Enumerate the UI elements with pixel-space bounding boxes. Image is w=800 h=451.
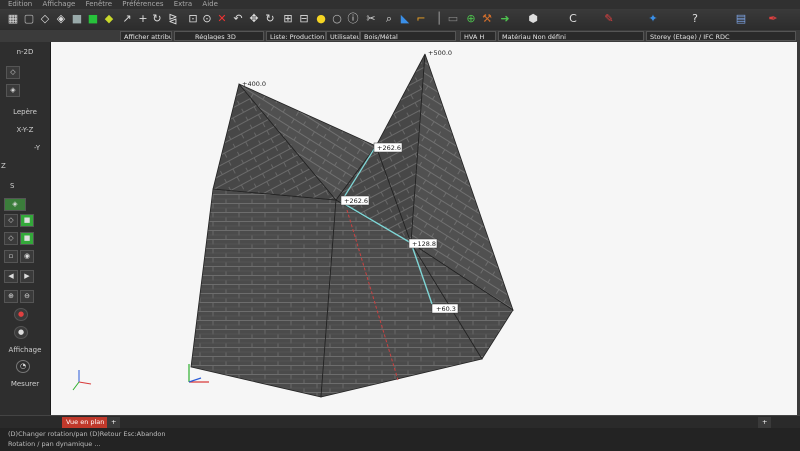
axes-label[interactable]: X-Y-Z: [0, 126, 50, 134]
afficher-attribut-button[interactable]: Afficher attribut: [120, 31, 172, 41]
storey-select[interactable]: Storey (Etage) / IFC RDC: [646, 31, 796, 41]
scale-icon[interactable]: ⊞: [281, 12, 295, 26]
plus-icon[interactable]: +: [136, 12, 150, 26]
status-bar: (D)Changer rotation/pan (D)Retour Esc:Ab…: [0, 428, 800, 451]
scissors-icon[interactable]: ✂: [364, 12, 378, 26]
utilisateur-select[interactable]: Utilisateur: [326, 31, 360, 41]
cube-green-solid-button[interactable]: ■: [20, 232, 34, 245]
materiau-select[interactable]: Matériau Non défini: [498, 31, 644, 41]
menu-aide[interactable]: Aide: [202, 0, 217, 8]
binoculars-icon[interactable]: ⌕: [382, 12, 396, 26]
add-element-icon[interactable]: ⊕: [464, 12, 478, 26]
undo-icon[interactable]: ↶: [231, 12, 245, 26]
status-mode-line: Rotation / pan dynamique ...: [8, 440, 101, 448]
cube-outline-view-button[interactable]: ◇: [4, 232, 18, 245]
3d-viewport[interactable]: +400.0 +500.0 +262.6 +262.6 +128.8 +60.3: [51, 42, 797, 415]
cube-wire-view-button[interactable]: ◇: [4, 214, 18, 227]
bois-metal-select[interactable]: Bois/Métal: [360, 31, 456, 41]
roof-face-left[interactable]: [190, 188, 337, 398]
cad-application-window: Edition Affichage Fenêtre Préférences Ex…: [0, 0, 800, 451]
arrow-left-button[interactable]: ◀: [4, 270, 18, 283]
menu-fenetre[interactable]: Fenêtre: [86, 0, 112, 8]
arrow-diagonal-icon[interactable]: ↗: [120, 12, 134, 26]
reglages-3d-select[interactable]: Réglages 3D: [174, 31, 264, 41]
bracket-icon[interactable]: ⌐: [414, 12, 428, 26]
z-button[interactable]: Z: [0, 162, 51, 170]
lightbulb-icon[interactable]: ●: [314, 12, 328, 26]
left-view-panel: n-2D ◇ ◈ Lepère X-Y-Z -Y Z S ◈ ◇ ■ ◇ ■ ▫…: [0, 42, 51, 415]
layers-icon[interactable]: ▦: [6, 12, 20, 26]
dim-label-mid: +128.8: [412, 240, 436, 248]
gauge-dial-icon[interactable]: ◔: [16, 360, 30, 373]
cube-green-icon[interactable]: ■: [86, 12, 100, 26]
main-toolbar: ▦ ▢ ◇ ◈ ■ ■ ◆ ↗ + ↻ ⧎ ⊡ ⊙ ✕ ↶ ✥ ↻ ⊞ ⊟ ● …: [0, 9, 800, 31]
tools-icon[interactable]: ⚒: [480, 12, 494, 26]
view-tab-bar: Vue en plan + +: [0, 415, 800, 429]
record-red-button[interactable]: ●: [14, 308, 28, 321]
view-2d-icon[interactable]: ▢: [22, 12, 36, 26]
tab-vue-en-plan[interactable]: Vue en plan: [62, 417, 109, 428]
move-icon[interactable]: ✥: [247, 12, 261, 26]
cube-small-view-button[interactable]: ▫: [4, 250, 18, 263]
redo-icon[interactable]: ↻: [263, 12, 277, 26]
tab-add-right-button[interactable]: +: [758, 417, 772, 428]
reglages-3d-label: Réglages 3D: [195, 33, 236, 41]
menu-extra[interactable]: Extra: [174, 0, 192, 8]
menu-affichage[interactable]: Affichage: [42, 0, 75, 8]
zoom-out-button[interactable]: ⊖: [20, 290, 34, 303]
pipe-icon[interactable]: │: [432, 12, 446, 26]
cube-wire-icon[interactable]: ◇: [38, 12, 52, 26]
ruler-icon[interactable]: ▤: [734, 12, 748, 26]
gear-wand-icon[interactable]: ✦: [646, 12, 660, 26]
repere-label: Lepère: [13, 108, 37, 116]
brush-icon[interactable]: ✎: [602, 12, 616, 26]
mesurer-label: Mesurer: [10, 380, 40, 388]
axis-gizmo: [72, 364, 209, 391]
dim-label-ridge-2: +262.6: [344, 197, 368, 205]
mirror-icon[interactable]: ⧎: [166, 12, 180, 26]
delete-icon[interactable]: ✕: [215, 12, 229, 26]
arrow-right-button[interactable]: ▶: [20, 270, 34, 283]
cube-outline-icon[interactable]: ◈: [54, 12, 68, 26]
view-mode-label: n-2D: [16, 48, 34, 56]
cloud-c-icon[interactable]: C: [566, 12, 580, 26]
question-icon[interactable]: ?: [688, 12, 702, 26]
cube-view-button[interactable]: ◈: [6, 84, 20, 97]
pen-icon[interactable]: ✒: [766, 12, 780, 26]
menu-preferences[interactable]: Préférences: [122, 0, 163, 8]
iso-view-button[interactable]: ◇: [6, 66, 20, 79]
dim-label-bottom: +60.3: [436, 305, 456, 313]
menu-edition[interactable]: Edition: [8, 0, 32, 8]
lightbulb-off-icon[interactable]: ○: [330, 12, 344, 26]
affichage-label: Affichage: [8, 346, 42, 354]
cube-solid-view-button[interactable]: ■: [20, 214, 34, 227]
dim-label-ridge-1: +262.6: [377, 144, 401, 152]
camera-button[interactable]: ◉: [20, 250, 34, 263]
zoom-window-icon[interactable]: ⊡: [186, 12, 200, 26]
cube-gray-icon[interactable]: ■: [70, 12, 84, 26]
dim-label-peak-right: +500.0: [428, 49, 452, 57]
status-hint-line: (D)Changer rotation/pan (D)Retour Esc:Ab…: [8, 430, 166, 438]
menu-bar: Edition Affichage Fenêtre Préférences Ex…: [0, 0, 800, 9]
roof-model-svg: +400.0 +500.0 +262.6 +262.6 +128.8 +60.3: [72, 49, 514, 398]
dim-label-peak-left: +400.0: [242, 80, 266, 88]
tab-add-button[interactable]: +: [107, 417, 121, 428]
rotate-icon[interactable]: ↻: [150, 12, 164, 26]
hva-field[interactable]: HVA H: [460, 31, 496, 41]
select-icon[interactable]: ◣: [398, 12, 412, 26]
frame-icon[interactable]: ▭: [446, 12, 460, 26]
cube-green-view-button[interactable]: ◈: [4, 198, 26, 211]
export-icon[interactable]: ➜: [498, 12, 512, 26]
cube-yellow-icon[interactable]: ◆: [102, 12, 116, 26]
zoom-dropdown-icon[interactable]: ⊙: [200, 12, 214, 26]
fit-icon[interactable]: ⊟: [297, 12, 311, 26]
zoom-in-button[interactable]: ⊕: [4, 290, 18, 303]
record-dark-button[interactable]: ●: [14, 326, 28, 339]
info-icon[interactable]: ⓘ: [346, 12, 360, 26]
liste-production-select[interactable]: Liste: Production: [266, 31, 326, 41]
settings-hex-icon[interactable]: ⬢: [526, 12, 540, 26]
